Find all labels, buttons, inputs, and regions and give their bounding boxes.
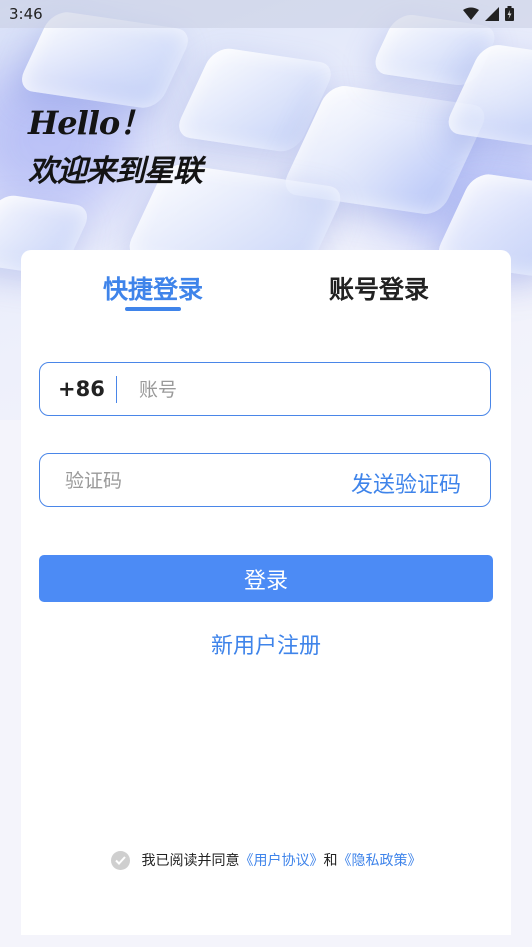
status-time: 3:46: [9, 5, 43, 23]
verification-code-input[interactable]: [63, 466, 317, 496]
account-input[interactable]: [137, 375, 471, 405]
send-code-button[interactable]: 发送验证码: [351, 467, 461, 499]
agreement-row: 我已阅读并同意 《用户协议》 和 《隐私政策》: [21, 850, 511, 870]
hello-text: Hello！: [28, 104, 151, 142]
privacy-policy-link[interactable]: 《隐私政策》: [338, 850, 422, 870]
login-card: 快捷登录 账号登录 +86 发送验证码 登录 新用户注册 我已阅读并同意 《用户…: [21, 250, 511, 935]
user-agreement-link[interactable]: 《用户协议》: [240, 850, 324, 870]
agreement-prefix: 我已阅读并同意: [141, 853, 240, 869]
login-button[interactable]: 登录: [39, 555, 493, 602]
field-divider: [116, 376, 117, 403]
status-bar: 3:46: [0, 0, 532, 28]
verification-code-field: 发送验证码: [39, 453, 491, 507]
cellular-signal-icon: [485, 6, 499, 21]
agreement-connector: 和: [323, 853, 338, 869]
wifi-icon: [463, 7, 479, 20]
country-code[interactable]: +86: [58, 377, 105, 401]
check-circle-icon: [114, 855, 126, 865]
battery-icon: [505, 6, 514, 21]
welcome-title: 欢迎来到星联: [28, 154, 203, 189]
phone-field: +86: [39, 362, 491, 416]
agreement-checkbox[interactable]: [110, 850, 130, 870]
active-tab-indicator: [125, 307, 181, 311]
tab-quick-login[interactable]: 快捷登录: [103, 270, 203, 306]
greeting: Hello！ 欢迎来到星联: [28, 98, 203, 190]
tab-account-login[interactable]: 账号登录: [329, 270, 429, 306]
register-link[interactable]: 新用户注册: [21, 628, 511, 660]
